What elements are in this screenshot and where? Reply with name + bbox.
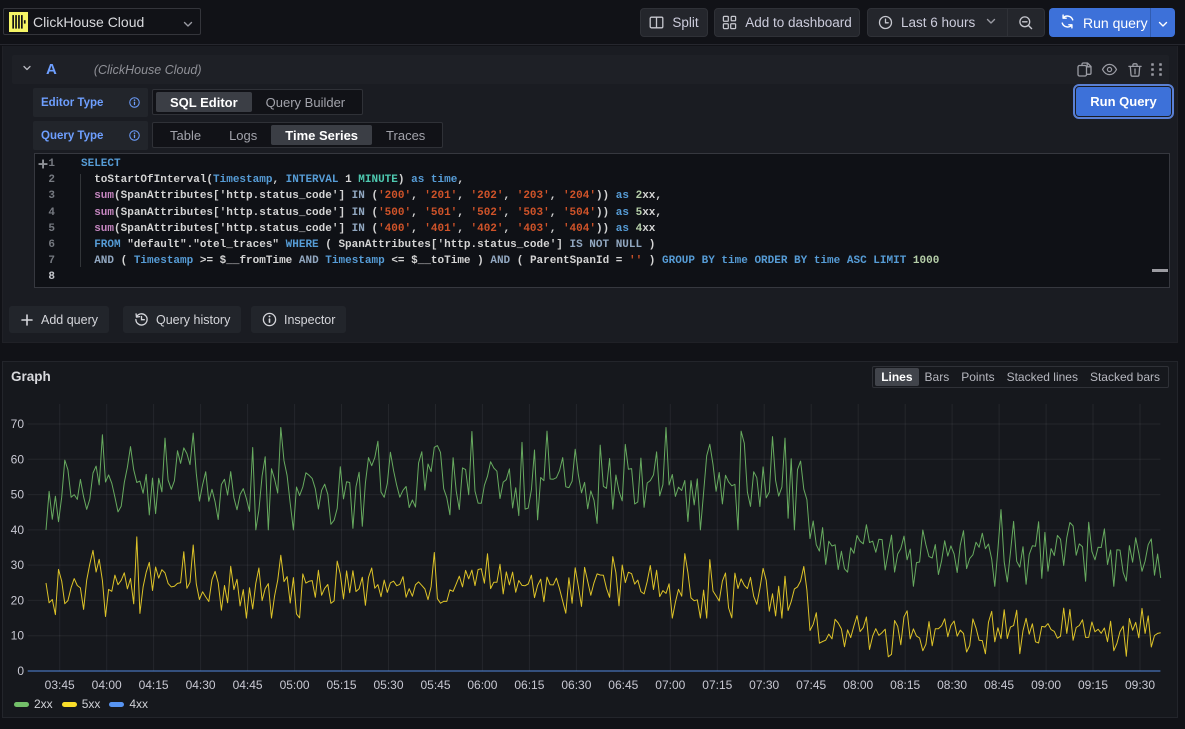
svg-text:0: 0 xyxy=(17,664,24,678)
svg-text:08:30: 08:30 xyxy=(937,678,967,692)
svg-text:06:30: 06:30 xyxy=(561,678,591,692)
svg-text:09:30: 09:30 xyxy=(1125,678,1155,692)
svg-text:06:45: 06:45 xyxy=(608,678,638,692)
svg-text:05:00: 05:00 xyxy=(280,678,310,692)
svg-text:04:30: 04:30 xyxy=(186,678,216,692)
svg-text:07:30: 07:30 xyxy=(749,678,779,692)
svg-text:08:00: 08:00 xyxy=(843,678,873,692)
svg-text:09:00: 09:00 xyxy=(1031,678,1061,692)
svg-text:10: 10 xyxy=(11,629,25,643)
svg-text:04:45: 04:45 xyxy=(233,678,263,692)
svg-text:06:00: 06:00 xyxy=(467,678,497,692)
svg-text:07:15: 07:15 xyxy=(702,678,732,692)
svg-text:04:15: 04:15 xyxy=(139,678,169,692)
svg-text:70: 70 xyxy=(11,417,25,431)
svg-text:09:15: 09:15 xyxy=(1078,678,1108,692)
svg-text:50: 50 xyxy=(11,488,25,502)
svg-text:07:45: 07:45 xyxy=(796,678,826,692)
svg-text:03:45: 03:45 xyxy=(45,678,75,692)
svg-text:08:15: 08:15 xyxy=(890,678,920,692)
svg-text:06:15: 06:15 xyxy=(514,678,544,692)
svg-text:08:45: 08:45 xyxy=(984,678,1014,692)
svg-text:05:15: 05:15 xyxy=(326,678,356,692)
svg-text:20: 20 xyxy=(11,593,25,607)
svg-text:05:30: 05:30 xyxy=(373,678,403,692)
svg-text:30: 30 xyxy=(11,558,25,572)
svg-text:40: 40 xyxy=(11,523,25,537)
svg-text:60: 60 xyxy=(11,452,25,466)
svg-text:05:45: 05:45 xyxy=(420,678,450,692)
svg-text:04:00: 04:00 xyxy=(92,678,122,692)
svg-text:07:00: 07:00 xyxy=(655,678,685,692)
